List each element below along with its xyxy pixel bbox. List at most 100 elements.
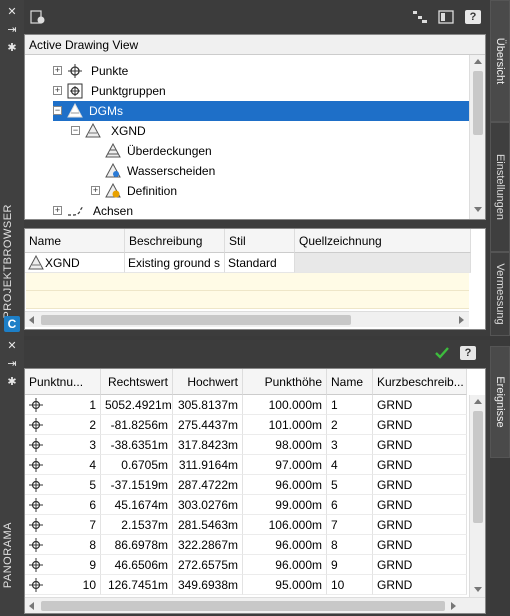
scroll-right-icon[interactable] [451,602,456,610]
overlap-icon [105,143,121,158]
point-node-icon [68,64,82,78]
tree-item-label: Definition [127,184,178,198]
collapse-icon[interactable]: − [71,126,80,135]
tree-item-achsen[interactable]: + Achsen [53,201,473,221]
cell-hoehe: 97.000m [243,455,327,475]
tree-item-ueberdeckungen[interactable]: Überdeckungen [105,141,465,161]
close-icon[interactable]: ✕ [6,6,18,18]
scroll-up-icon[interactable] [474,59,482,64]
cell-rechts: -81.8256m [101,415,173,435]
column-header-punktnummer[interactable]: Punktnu... [25,369,101,395]
palette-title: PROJEKTBROWSER [2,204,14,319]
column-header-punkthoehe[interactable]: Punkthöhe [243,369,327,395]
cell-name: 1 [327,395,373,415]
surface-icon [85,123,101,138]
cell-hoch: 281.5463m [173,515,243,535]
tree-item-wasserscheiden[interactable]: Wasserscheiden [105,161,465,181]
cell-hoehe: 95.000m [243,575,327,595]
cell-rechts: 45.1674m [101,495,173,515]
tab-vermessung[interactable]: Vermessung [490,252,510,336]
auto-hide-icon[interactable]: ⇥ [6,358,18,370]
cell-hoehe: 99.000m [243,495,327,515]
expand-icon[interactable]: + [53,66,62,75]
column-header-quellzeichnung[interactable]: Quellzeichnung [295,229,471,253]
point-marker-icon [29,418,43,432]
tab-label: Einstellungen [494,153,506,221]
help-icon[interactable]: ? [465,10,481,24]
cell-kurz: GRND [373,555,467,575]
expand-icon[interactable]: + [53,206,62,215]
tree-item-label: DGMs [89,104,123,118]
tab-einstellungen[interactable]: Einstellungen [490,122,510,252]
expand-icon[interactable]: + [91,186,100,195]
tab-uebersicht[interactable]: Übersicht [490,0,510,122]
cell-hoehe: 101.000m [243,415,327,435]
gear-icon[interactable]: ✱ [6,376,18,388]
cell-hoehe: 106.000m [243,515,327,535]
cell-text: XGND [45,256,80,270]
cell-name: 5 [327,475,373,495]
cell-kurz: GRND [373,395,467,415]
cell-name: 4 [327,455,373,475]
cell-hoehe: 96.000m [243,555,327,575]
cell-hoehe: 96.000m [243,535,327,555]
scroll-left-icon[interactable] [29,602,34,610]
scroll-up-icon[interactable] [474,399,482,404]
cell-name: XGND [25,253,125,273]
scroll-thumb[interactable] [473,411,483,523]
cell-rechts: -38.6351m [101,435,173,455]
grid-horizontal-scrollbar[interactable] [25,311,469,327]
scroll-right-icon[interactable] [459,316,464,324]
tree-item-punktgruppen[interactable]: + Punktgruppen [53,81,473,101]
tree-item-label: XGND [111,124,146,138]
help-icon[interactable]: ? [460,346,476,360]
cell-kurz: GRND [373,435,467,455]
expand-icon[interactable]: + [53,86,62,95]
column-header-rechtswert[interactable]: Rechtswert [101,369,173,395]
watershed-icon [105,163,121,178]
tree-item-definition[interactable]: + Definition [91,181,471,201]
auto-hide-icon[interactable]: ⇥ [6,24,18,36]
cell-kurz: GRND [373,575,467,595]
check-icon[interactable] [434,346,450,360]
cell-rechts: -37.1519m [101,475,173,495]
collapse-icon[interactable]: − [53,106,62,115]
item-list-grid[interactable]: Name Beschreibung Stil Quellzeichnung XG… [24,228,486,330]
prospector-panel: ? Active Drawing View + Punkte + Punktgr… [24,0,490,336]
scroll-thumb[interactable] [41,601,445,611]
scroll-down-icon[interactable] [474,207,482,212]
drawing-toggle-icon[interactable] [30,10,46,24]
surface-icon [28,255,44,270]
column-header-kurzbeschreibung[interactable]: Kurzbeschreib... [373,369,467,395]
scroll-down-icon[interactable] [474,587,482,592]
prospector-tree[interactable]: Active Drawing View + Punkte + Punktgrup… [24,34,486,220]
column-header-name[interactable]: Name [327,369,373,395]
scroll-thumb[interactable] [473,71,483,135]
gear-icon[interactable]: ✱ [6,42,18,54]
empty-row [26,273,469,291]
cell-name: 7 [327,515,373,535]
column-header-beschreibung[interactable]: Beschreibung [125,229,225,253]
tree-vertical-scrollbar[interactable] [469,55,485,219]
projektbrowser-side-strip[interactable]: ✕ ⇥ ✱ PROJEKTBROWSER C [0,0,24,336]
tab-ereignisse[interactable]: Ereignisse [490,346,510,458]
tree-item-dgms[interactable]: − DGMs [53,101,469,121]
tree-item-label: Achsen [93,204,134,218]
column-header-stil[interactable]: Stil [225,229,295,253]
column-header-name[interactable]: Name [25,229,125,253]
table-horizontal-scrollbar[interactable] [25,597,485,613]
column-header-hochwert[interactable]: Hochwert [173,369,243,395]
panel-layout-icon[interactable] [438,10,454,24]
tree-view-icon[interactable] [412,10,428,24]
events-table[interactable]: Punktnu... Rechtswert Hochwert Punkthöhe… [24,368,486,614]
scroll-thumb[interactable] [41,315,351,325]
scroll-left-icon[interactable] [29,316,34,324]
panorama-side-strip[interactable]: ✕ ⇥ ✱ PANORAMA [0,336,24,616]
tree-item-xgnd[interactable]: − XGND [71,121,471,141]
cell-hoehe: 96.000m [243,475,327,495]
close-icon[interactable]: ✕ [6,340,18,352]
table-vertical-scrollbar[interactable] [469,395,485,599]
tree-item-label: Punktgruppen [91,84,166,98]
point-marker-icon [29,438,43,452]
tree-item-punkte[interactable]: + Punkte [53,61,473,81]
